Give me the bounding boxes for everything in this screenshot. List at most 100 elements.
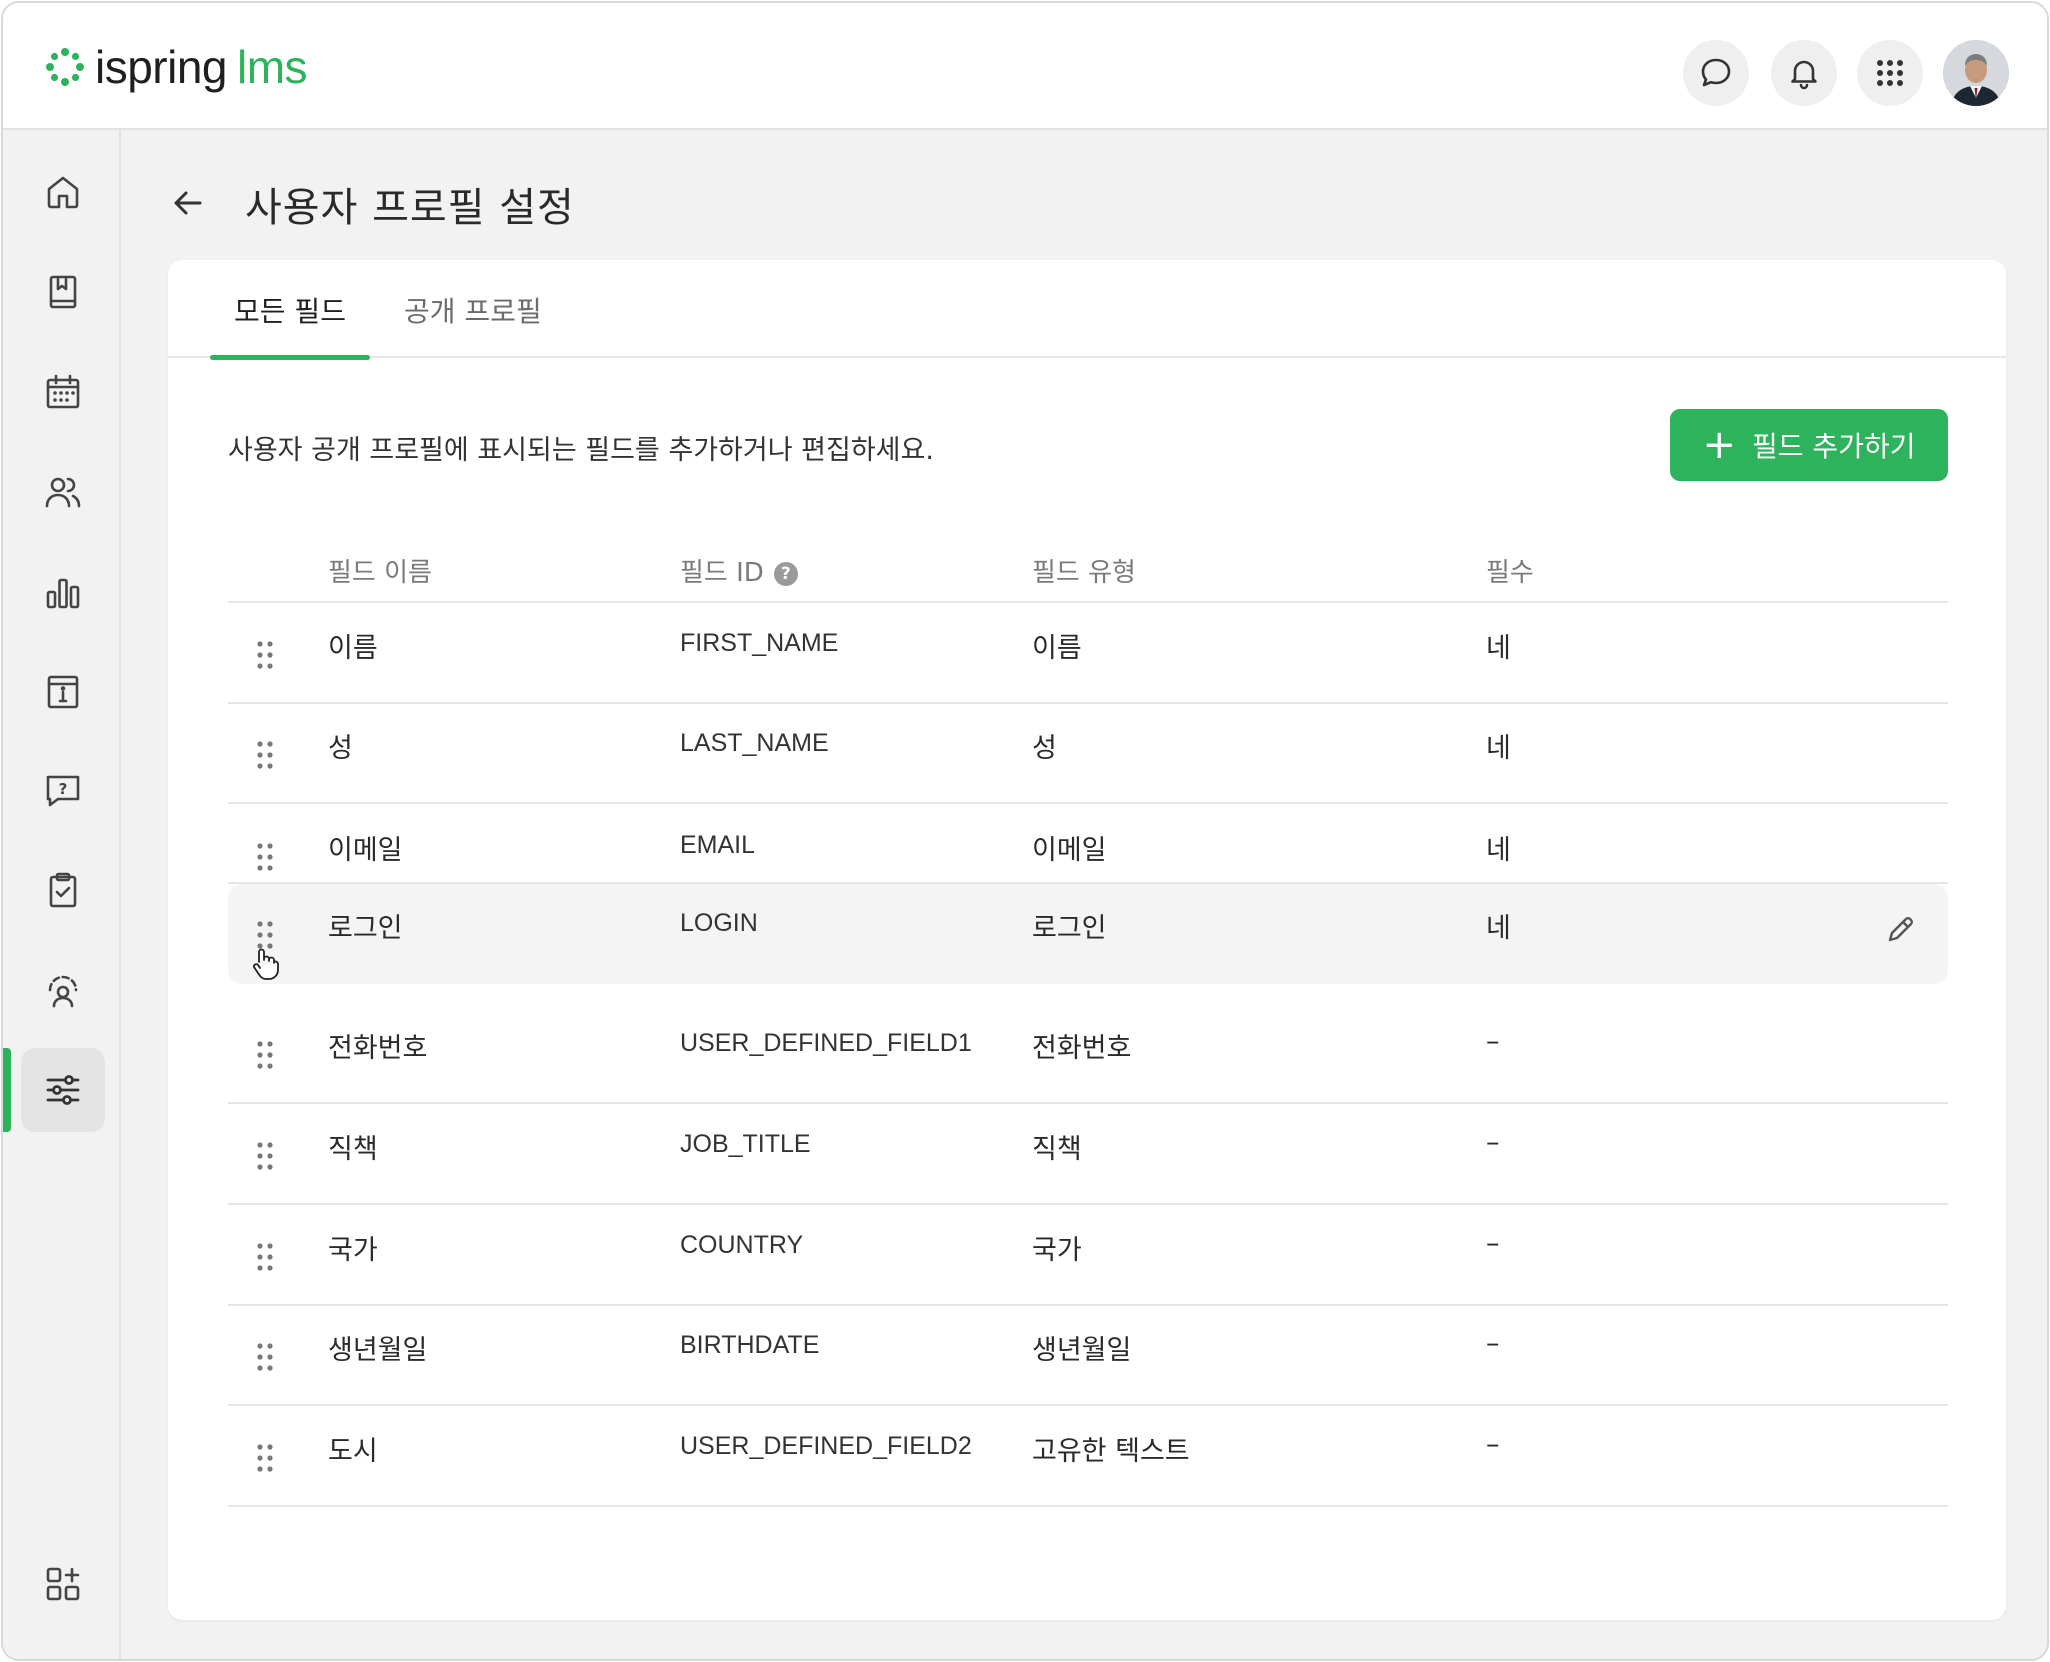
table-row[interactable]: 이름 FIRST_NAME 이름 네 (228, 604, 1948, 704)
field-required-cell: – (1486, 1429, 1500, 1460)
field-name-cell: 성 (328, 733, 353, 764)
field-id-cell: JOB_TITLE (680, 1130, 811, 1158)
drag-handle-icon[interactable] (256, 740, 274, 770)
column-header-type: 필드 유형 (1032, 558, 1136, 588)
sidebar-item-home[interactable] (21, 150, 105, 234)
table-row[interactable]: 생년월일 BIRTHDATE 생년월일 – (228, 1306, 1948, 1406)
field-name-cell: 국가 (328, 1235, 378, 1266)
field-required-cell: 네 (1486, 835, 1511, 866)
field-name-cell: 도시 (328, 1436, 378, 1467)
sidebar-item-reports[interactable] (21, 550, 105, 634)
drag-handle-icon[interactable] (256, 1040, 274, 1070)
calendar-icon (46, 374, 80, 409)
top-header: ispring lms (3, 3, 2047, 130)
sidebar-item-questions[interactable]: ? (21, 748, 105, 832)
info-icon (47, 675, 79, 709)
add-field-label: 필드 추가하기 (1752, 430, 1916, 463)
chart-icon (46, 578, 80, 609)
field-required-cell: – (1486, 1026, 1500, 1057)
sidebar-item-settings[interactable] (21, 1048, 105, 1132)
app-window: ispring lms ? 사용자 프로필 설정 모든 필드 공개 프로필 사용… (1, 1, 2049, 1661)
help-icon[interactable]: ? (773, 562, 798, 586)
edit-pencil-icon[interactable] (1884, 912, 1918, 946)
add-widgets-icon (46, 1567, 80, 1601)
table-row[interactable]: 국가 COUNTRY 국가 – (228, 1206, 1948, 1306)
sidebar-item-info[interactable] (21, 650, 105, 734)
field-id-cell: BIRTHDATE (680, 1331, 820, 1359)
sidebar-item-calendar[interactable] (21, 350, 105, 434)
add-field-button[interactable]: + 필드 추가하기 (1670, 409, 1948, 481)
field-name-cell: 생년월일 (328, 1335, 428, 1366)
field-type-cell: 국가 (1032, 1235, 1082, 1266)
sidebar-item-supervision[interactable] (21, 948, 105, 1032)
table-row[interactable]: 성 LAST_NAME 성 네 (228, 704, 1948, 804)
field-name-cell: 이름 (328, 633, 378, 664)
field-id-cell: FIRST_NAME (680, 629, 839, 657)
drag-handle-icon[interactable] (256, 1141, 274, 1171)
sidebar-item-assignments[interactable] (21, 848, 105, 932)
table-row[interactable]: 전화번호 USER_DEFINED_FIELD1 전화번호 – (228, 1004, 1948, 1104)
field-id-cell: EMAIL (680, 831, 756, 859)
column-header-id: 필드 ID? (680, 552, 798, 589)
book-icon (49, 275, 77, 309)
drag-handle-icon[interactable] (256, 640, 274, 670)
active-indicator (3, 1048, 11, 1132)
logo-mark-icon (46, 48, 84, 86)
field-id-cell: LOGIN (680, 909, 758, 937)
sidebar-item-users[interactable] (21, 450, 105, 534)
drag-handle-icon[interactable] (256, 1443, 274, 1473)
tab-all-fields-label: 모든 필드 (234, 295, 346, 328)
field-type-cell: 성 (1032, 733, 1057, 764)
sidebar: ? (3, 130, 121, 1659)
field-type-cell: 이름 (1032, 633, 1082, 664)
page-description: 사용자 공개 프로필에 표시되는 필드를 추가하거나 편집하세요. (228, 435, 934, 466)
tab-public-profile-label: 공개 프로필 (404, 295, 542, 328)
logo-suffix: lms (237, 41, 308, 93)
page-title: 사용자 프로필 설정 (245, 185, 575, 231)
help-chat-icon: ? (46, 775, 80, 807)
sidebar-item-courses[interactable] (21, 250, 105, 334)
field-required-cell: – (1486, 1127, 1500, 1158)
field-type-cell: 고유한 텍스트 (1032, 1436, 1190, 1467)
column-header-required: 필수 (1486, 558, 1534, 588)
field-type-cell: 로그인 (1032, 913, 1107, 944)
tab-public-profile[interactable]: 공개 프로필 (404, 290, 542, 358)
table-row[interactable]: 로그인 LOGIN 로그인 네 (228, 884, 1948, 984)
drag-handle-icon[interactable] (256, 1342, 274, 1372)
apps-grid-icon (1877, 60, 1903, 86)
field-required-cell: 네 (1486, 733, 1511, 764)
bell-icon (1791, 60, 1817, 90)
plus-icon: + (1702, 422, 1737, 468)
field-type-cell: 직책 (1032, 1134, 1082, 1165)
back-arrow-icon[interactable] (168, 183, 208, 223)
field-name-cell: 로그인 (328, 913, 403, 944)
field-id-cell: COUNTRY (680, 1231, 804, 1259)
chat-button[interactable] (1683, 40, 1749, 106)
drag-handle-icon[interactable] (256, 1242, 274, 1272)
field-required-cell: – (1486, 1328, 1500, 1359)
table-row[interactable]: 이메일 EMAIL 이메일 네 (228, 804, 1948, 884)
field-type-cell: 이메일 (1032, 835, 1107, 866)
tab-bar: 모든 필드 공개 프로필 (168, 260, 2006, 360)
active-tab-underline (210, 355, 370, 360)
field-id-cell: LAST_NAME (680, 729, 829, 757)
notifications-button[interactable] (1771, 40, 1837, 106)
field-name-cell: 직책 (328, 1134, 378, 1165)
settings-card: 모든 필드 공개 프로필 사용자 공개 프로필에 표시되는 필드를 추가하거나 … (168, 260, 2006, 1620)
user-support-icon (48, 975, 78, 1008)
logo[interactable]: ispring lms (43, 41, 308, 93)
hand-cursor-icon (253, 948, 279, 980)
field-type-cell: 생년월일 (1032, 1335, 1132, 1366)
settings-sliders-icon (46, 1075, 80, 1105)
sidebar-add-widgets[interactable] (21, 1542, 105, 1626)
table-row[interactable]: 직책 JOB_TITLE 직책 – (228, 1105, 1948, 1205)
tab-all-fields[interactable]: 모든 필드 (210, 290, 370, 360)
field-required-cell: 네 (1486, 913, 1511, 944)
field-required-cell: 네 (1486, 633, 1511, 664)
user-avatar[interactable] (1943, 40, 2009, 106)
home-icon (47, 176, 79, 209)
drag-handle-icon[interactable] (256, 842, 274, 872)
field-name-cell: 전화번호 (328, 1033, 428, 1064)
table-row[interactable]: 도시 USER_DEFINED_FIELD2 고유한 텍스트 – (228, 1407, 1948, 1507)
apps-button[interactable] (1857, 40, 1923, 106)
